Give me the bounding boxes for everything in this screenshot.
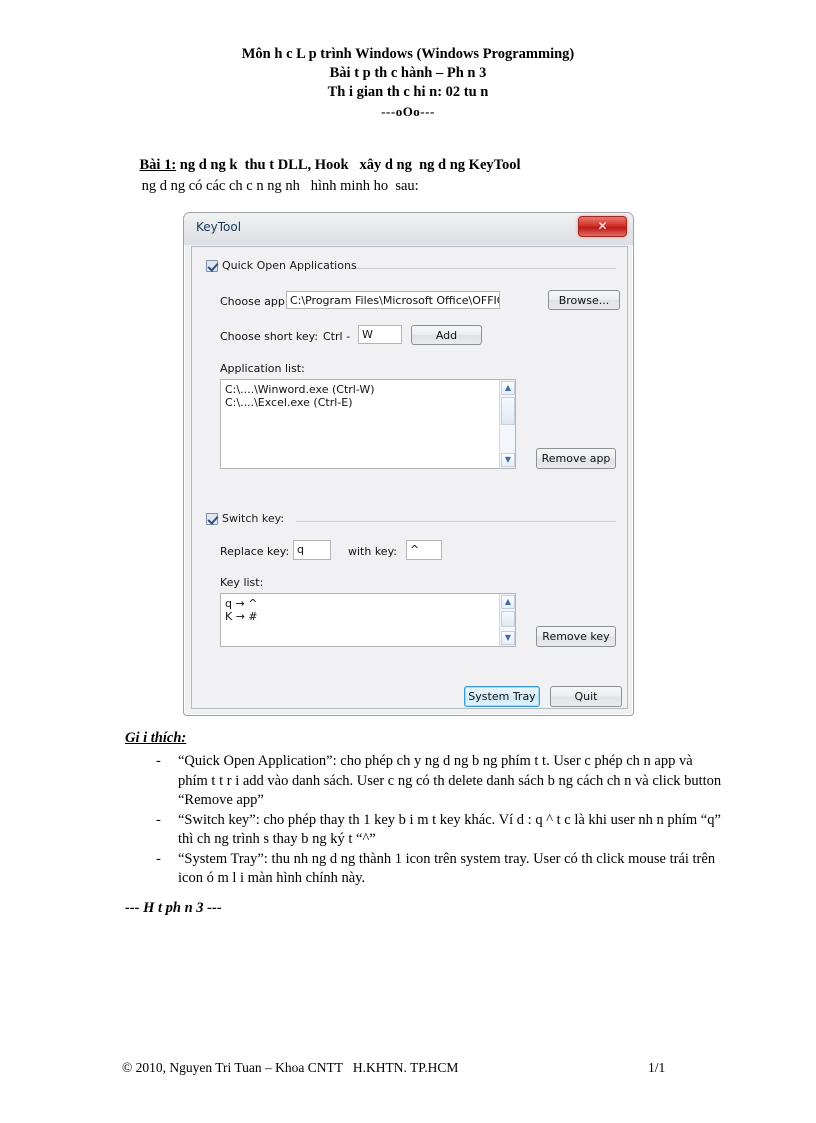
switch-key-group-line (296, 521, 616, 522)
scrollbar-thumb[interactable] (501, 397, 515, 425)
replace-key-label: Replace key: (220, 545, 290, 558)
list-item: - “Quick Open Application”: cho phép ch … (150, 752, 722, 811)
list-item[interactable]: C:\....\Winword.exe (Ctrl-W) (221, 383, 515, 396)
header-line-3: Th i gian th c hi n: 02 tu n (327, 84, 489, 100)
scroll-up-icon[interactable]: ▲ (501, 595, 515, 609)
bullet-text: “Quick Open Application”: cho phép ch y … (178, 753, 722, 808)
key-list-scrollbar[interactable]: ▲ ▼ (499, 594, 515, 646)
list-item: - “System Tray”: thu nh ng d ng thành 1 … (150, 850, 722, 889)
header-divider: ---oOo--- (381, 104, 435, 119)
short-key-input[interactable]: W (358, 325, 402, 344)
bullet-dash: - (156, 850, 161, 867)
choose-app-input[interactable]: C:\Program Files\Microsoft Office\OFFICE… (286, 291, 500, 309)
quick-open-group: Quick Open Applications Choose app: C:\P… (206, 259, 620, 499)
scroll-down-icon[interactable]: ▼ (501, 631, 515, 645)
add-button[interactable]: Add (411, 325, 482, 345)
modifier-label: Ctrl - (323, 330, 351, 343)
system-tray-button[interactable]: System Tray (464, 686, 540, 707)
replace-key-input[interactable]: q (293, 540, 331, 560)
switch-key-checkbox-row[interactable]: Switch key: (206, 512, 284, 525)
quick-open-group-line (346, 268, 616, 269)
keytool-window: KeyTool ✕ Quick Open Applications Choose… (183, 212, 634, 716)
close-icon[interactable]: ✕ (578, 216, 627, 237)
list-item: - “Switch key”: cho phép thay th 1 key b… (150, 811, 722, 850)
scrollbar-thumb[interactable] (501, 611, 515, 627)
switch-key-group: Switch key: Replace key: q with key: ^ K… (206, 512, 616, 682)
document-header: Môn h c L p trình Windows (Windows Progr… (96, 45, 720, 121)
header-line-2: Bài t p th c hành – Ph n 3 (329, 65, 487, 81)
checkbox-icon[interactable] (206, 512, 218, 525)
switch-key-group-label: Switch key: (222, 512, 285, 525)
list-item[interactable]: K → # (221, 610, 515, 623)
explanation-list: - “Quick Open Application”: cho phép ch … (150, 752, 722, 889)
end-note: --- H t ph n 3 --- (125, 900, 222, 916)
application-list-label: Application list: (220, 362, 305, 375)
list-item[interactable]: C:\....\Excel.exe (Ctrl-E) (221, 396, 515, 409)
list-item[interactable]: q → ^ (221, 597, 515, 610)
quick-open-checkbox-row[interactable]: Quick Open Applications (206, 259, 357, 272)
exercise-title: ng d ng k thu t DLL, Hook xây d ng ng d … (176, 157, 521, 173)
intro-text: ng d ng có các ch c n ng nh hình minh ho… (138, 178, 419, 194)
key-listbox[interactable]: q → ^ K → # ▲ ▼ (220, 593, 516, 647)
window-title: KeyTool (196, 220, 242, 234)
quick-open-group-label: Quick Open Applications (222, 259, 357, 272)
with-key-input[interactable]: ^ (406, 540, 442, 560)
keytool-client-area: Quick Open Applications Choose app: C:\P… (191, 246, 628, 709)
bullet-dash: - (156, 753, 161, 769)
bullet-dash: - (156, 811, 161, 828)
choose-app-label: Choose app: (220, 295, 289, 308)
key-list-label: Key list: (220, 576, 264, 589)
keytool-titlebar: KeyTool ✕ (184, 213, 633, 245)
document-page: Môn h c L p trình Windows (Windows Progr… (0, 0, 816, 1123)
remove-app-button[interactable]: Remove app (536, 448, 616, 469)
explanation-heading: Gi i thích: (125, 730, 187, 746)
application-listbox[interactable]: C:\....\Winword.exe (Ctrl-W) C:\....\Exc… (220, 379, 516, 469)
scroll-up-icon[interactable]: ▲ (501, 381, 515, 395)
with-key-label: with key: (348, 545, 397, 558)
footer-copyright: © 2010, Nguyen Tri Tuan – Khoa CNTT H.KH… (122, 1060, 459, 1075)
browse-button[interactable]: Browse... (548, 290, 620, 310)
header-line-1: Môn h c L p trình Windows (Windows Progr… (241, 46, 575, 62)
application-list-scrollbar[interactable]: ▲ ▼ (499, 380, 515, 468)
remove-key-button[interactable]: Remove key (536, 626, 616, 647)
bullet-text: “Switch key”: cho phép thay th 1 key b i… (178, 811, 721, 848)
footer-page-number: 1/1 (648, 1060, 666, 1075)
checkbox-icon[interactable] (206, 259, 218, 272)
exercise-label: Bài 1: (139, 157, 177, 173)
choose-short-key-label: Choose short key: (220, 330, 319, 343)
scroll-down-icon[interactable]: ▼ (501, 453, 515, 467)
quit-button[interactable]: Quit (550, 686, 622, 707)
bullet-text: “System Tray”: thu nh ng d ng thành 1 ic… (178, 850, 716, 887)
